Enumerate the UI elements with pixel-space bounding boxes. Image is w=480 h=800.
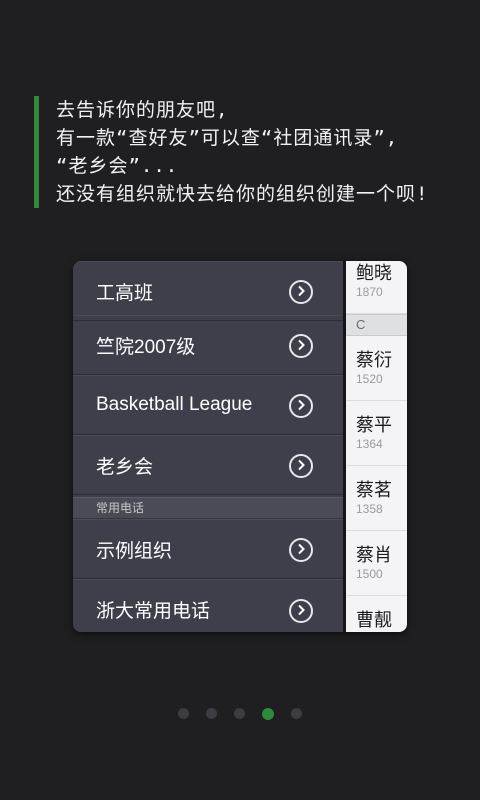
menu-item-label: 工高班 (96, 282, 154, 304)
contact-name: 蔡平 (356, 415, 392, 435)
menu-item-basketball-league[interactable]: Basketball League (73, 375, 343, 435)
page-dot[interactable] (206, 708, 217, 719)
menu-item-sample-org[interactable]: 示例组织 (73, 519, 343, 579)
intro-line-4: 还没有组织就快去给你的组织创建一个呗! (56, 183, 429, 205)
menu-item-laoxianghui[interactable]: 老乡会 (73, 435, 343, 495)
page-dot[interactable] (234, 708, 245, 719)
intro-line-1: 去告诉你的朋友吧, (56, 99, 229, 121)
organization-menu: 工高班 竺院2007级 Basketball League 老乡会 常用电话 示… (73, 261, 343, 632)
contact-phone: 1870 (356, 285, 383, 299)
intro-text: 去告诉你的朋友吧, 有一款“查好友”可以查“社团通讯录”, “老乡会”... 还… (34, 96, 480, 208)
menu-item-label: 浙大常用电话 (96, 601, 211, 622)
menu-item-label: 示例组织 (96, 540, 173, 562)
contact-name: 鲍晓 (356, 263, 392, 283)
tutorial-page: 去告诉你的朋友吧, 有一款“查好友”可以查“社团通讯录”, “老乡会”... 还… (0, 0, 480, 800)
menu-item-label: 老乡会 (96, 456, 154, 478)
contact-name: 蔡肖 (356, 545, 392, 565)
intro-line-2: 有一款“查好友”可以查“社团通讯录”, (56, 127, 399, 149)
chevron-right-icon[interactable] (289, 598, 313, 623)
contact-row[interactable]: 蔡衍 1520 (346, 336, 407, 401)
chevron-right-icon[interactable] (289, 280, 313, 304)
contact-phone: 1358 (356, 502, 383, 516)
menu-item-gonggao[interactable]: 工高班 (73, 261, 343, 321)
menu-item-label: 竺院2007级 (96, 336, 196, 358)
contact-phone: 1364 (356, 437, 383, 451)
letter-header: C (346, 314, 407, 336)
page-dot[interactable] (291, 708, 302, 719)
menu-item-label: Basketball League (96, 394, 253, 415)
app-preview-card: 工高班 竺院2007级 Basketball League 老乡会 常用电话 示… (73, 261, 407, 632)
chevron-right-icon[interactable] (289, 538, 313, 562)
contact-row[interactable]: 蔡平 1364 (346, 401, 407, 466)
contact-name: 蔡衍 (356, 350, 392, 370)
menu-item-zju-phones[interactable]: 浙大常用电话 (73, 579, 343, 632)
chevron-right-icon[interactable] (289, 454, 313, 478)
intro-line-3: “老乡会”... (56, 155, 179, 177)
contact-row[interactable]: 蔡肖 1500 (346, 531, 407, 596)
section-header-common-phones: 常用电话 (73, 497, 343, 519)
menu-item-zhuyuan[interactable]: 竺院2007级 (73, 315, 343, 375)
chevron-right-icon[interactable] (289, 334, 313, 358)
page-dot[interactable] (178, 708, 189, 719)
page-indicator (178, 708, 302, 720)
contact-row[interactable]: 曹靓 (346, 596, 407, 632)
contact-phone: 1520 (356, 372, 383, 386)
contact-row[interactable]: 蔡茗 1358 (346, 466, 407, 531)
contact-name: 蔡茗 (356, 480, 392, 500)
contact-row[interactable]: 鲍晓 1870 (346, 261, 407, 314)
contact-list: 鲍晓 1870 C 蔡衍 1520 蔡平 1364 蔡茗 1358 蔡肖 150… (343, 261, 407, 632)
page-dot-active[interactable] (262, 708, 274, 720)
contact-name: 曹靓 (356, 610, 392, 630)
contact-phone: 1500 (356, 567, 383, 581)
chevron-right-icon[interactable] (289, 394, 313, 418)
